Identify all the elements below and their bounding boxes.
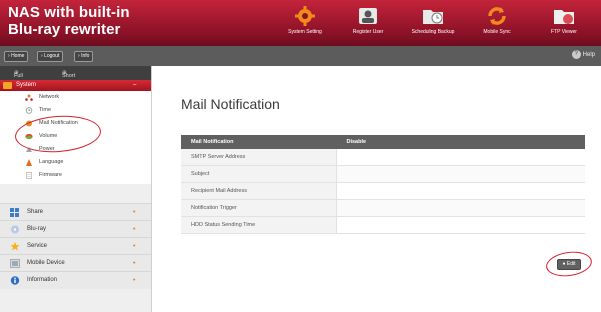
sidebar-item-firmware[interactable]: Firmware <box>0 169 151 184</box>
row-value <box>336 149 585 166</box>
sidebar-item-service[interactable]: Service • <box>0 237 151 255</box>
annotation-circle-edit <box>544 248 594 280</box>
help-label: Help <box>582 52 595 59</box>
home-button-label: Home <box>11 53 25 59</box>
table-row: Notification Trigger <box>181 199 585 217</box>
sidebar-item-label: Service <box>27 243 48 249</box>
info-button-label: Info <box>81 53 90 59</box>
sidebar-item-label: Information <box>27 277 58 283</box>
sidebar-item-information[interactable]: Information • <box>0 271 151 289</box>
clock-icon <box>25 107 33 114</box>
expand-icon: • <box>133 243 136 250</box>
app-header: NAS with built-in Blu-ray rewriter Syste… <box>0 0 601 46</box>
short-menu-tab[interactable]: Short Menu ⊕ <box>62 69 76 87</box>
share-icon <box>10 208 19 217</box>
expand-icon: • <box>133 260 136 267</box>
folder-clock-icon <box>423 10 443 24</box>
table-row: SMTP Server Address <box>181 149 585 166</box>
mobile-device-icon <box>10 259 20 268</box>
sidebar: Full Menu ⊕ Short Menu ⊕ System – Networ… <box>0 66 152 312</box>
home-button[interactable]: › Home <box>4 51 29 62</box>
brand-line-1: NAS with built-in <box>8 4 130 21</box>
sidebar-section-system[interactable]: System – <box>0 80 151 91</box>
sync-icon <box>488 7 506 25</box>
nav-label: System Setting <box>288 29 322 35</box>
brand-title: NAS with built-in Blu-ray rewriter <box>8 4 130 38</box>
expand-icon: • <box>133 209 136 216</box>
sidebar-item-label: Mobile Device <box>27 260 65 266</box>
row-value <box>336 216 585 234</box>
table-row: Recipient Mail Address <box>181 182 585 200</box>
expand-icon: • <box>133 226 136 233</box>
firmware-icon <box>26 172 32 179</box>
star-icon <box>10 242 20 251</box>
row-value <box>336 182 585 200</box>
folder-globe-icon <box>554 10 574 24</box>
sidebar-item-label: Share <box>27 209 44 215</box>
nav-ftp-viewer[interactable]: FTP Viewer <box>529 0 599 46</box>
collapse-icon: – <box>133 82 137 88</box>
disc-icon <box>11 225 19 234</box>
logout-button[interactable]: › Logout <box>37 51 64 62</box>
table-row: HDD Status Sending Time <box>181 216 585 234</box>
sidebar-item-label: Blu-ray <box>27 226 47 232</box>
sidebar-item-label: Firmware <box>39 172 62 178</box>
logout-button-label: Logout <box>44 53 60 59</box>
section-label: System <box>16 82 37 88</box>
settings-table: Mail Notification Disable SMTP Server Ad… <box>181 135 585 234</box>
sidebar-item-blu-ray[interactable]: Blu-ray • <box>0 220 151 238</box>
sidebar-item-share[interactable]: Share • <box>0 203 151 221</box>
row-label: Notification Trigger <box>181 199 337 217</box>
page-title: Mail Notification <box>181 96 280 112</box>
language-icon <box>26 159 32 166</box>
table-row: Subject <box>181 165 585 183</box>
nav-mobile-sync[interactable]: Mobile Sync <box>462 0 532 46</box>
nav-scheduling-backup[interactable]: Scheduling Backup <box>398 0 468 46</box>
sidebar-item-label: Network <box>39 94 60 100</box>
row-label: Subject <box>181 165 337 183</box>
row-label: Recipient Mail Address <box>181 182 337 200</box>
table-header-key: Mail Notification <box>181 135 337 149</box>
info-button[interactable]: › Info <box>74 51 94 62</box>
nav-label: FTP Viewer <box>551 29 577 35</box>
sidebar-item-label: Time <box>39 107 52 113</box>
info-icon <box>10 276 20 285</box>
table-header-value: Disable <box>336 135 585 149</box>
nav-label: Register User <box>352 29 384 35</box>
sidebar-menu-switch: Full Menu ⊕ Short Menu ⊕ <box>0 66 151 87</box>
row-value <box>336 199 585 217</box>
help-icon: ? <box>571 50 581 59</box>
nav-label: Mobile Sync <box>483 29 511 35</box>
table-header-row: Mail Notification Disable <box>181 135 585 149</box>
brand-line-2: Blu-ray rewriter <box>8 21 121 38</box>
full-menu-tab[interactable]: Full Menu ⊕ <box>14 69 28 87</box>
sidebar-item-mobile-device[interactable]: Mobile Device • <box>0 254 151 272</box>
sidebar-item-language[interactable]: Language <box>0 156 151 169</box>
sidebar-item-label: Language <box>39 159 64 165</box>
sidebar-item-network[interactable]: Network <box>0 91 151 104</box>
row-value <box>336 165 585 183</box>
toolbar: › Home › Logout › Info ? Help <box>0 46 601 66</box>
help-link[interactable]: ? Help <box>571 50 595 61</box>
nav-system-setting[interactable]: System Setting <box>270 0 340 46</box>
row-label: HDD Status Sending Time <box>181 216 337 234</box>
network-icon <box>25 94 33 101</box>
gear-icon <box>295 6 315 26</box>
nav-label: Scheduling Backup <box>411 29 455 35</box>
expand-icon: • <box>133 277 136 284</box>
folder-icon <box>3 82 12 89</box>
row-label: SMTP Server Address <box>181 149 337 166</box>
nav-register-user[interactable]: Register User <box>333 0 403 46</box>
sidebar-item-time[interactable]: Time <box>0 104 151 117</box>
user-icon <box>359 8 377 24</box>
